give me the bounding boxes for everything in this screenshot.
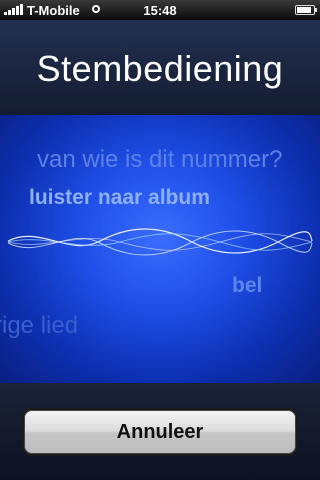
- suggestion-phrase: rige lied: [0, 312, 79, 339]
- suggestion-phrase: luister naar album: [29, 186, 210, 209]
- suggestion-phrase: van wie is dit nummer?: [37, 146, 283, 173]
- suggestion-phrase: bel: [232, 274, 263, 297]
- voice-control-area: van wie is dit nummer? luister naar albu…: [0, 115, 320, 383]
- cancel-button[interactable]: Annuleer: [22, 408, 298, 456]
- header: Stembediening: [0, 20, 320, 115]
- status-time: 15:48: [143, 3, 177, 18]
- battery-fill: [297, 7, 311, 13]
- battery-icon: [295, 5, 317, 15]
- voice-waveform: [7, 228, 313, 256]
- bottom-bar: Annuleer: [0, 383, 320, 480]
- page-title: Stembediening: [36, 48, 284, 89]
- status-bar: T-Mobile 15:48: [0, 0, 320, 20]
